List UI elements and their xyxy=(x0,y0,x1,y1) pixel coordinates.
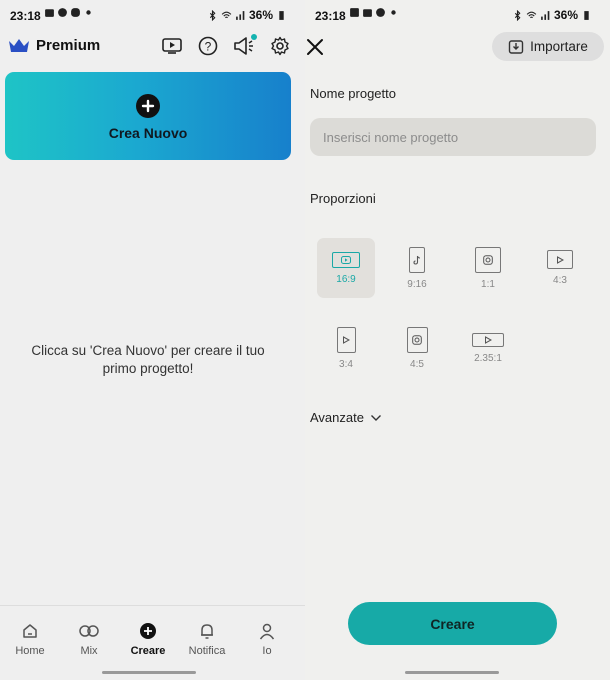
nav-create[interactable]: Creare xyxy=(118,620,178,657)
nav-label: Io xyxy=(262,645,272,657)
battery-text: 36% xyxy=(553,8,578,22)
signal-icon xyxy=(236,10,245,20)
nav-home[interactable]: Home xyxy=(0,620,60,657)
ratio-label: 3:4 xyxy=(339,358,353,370)
aspect-ratio-label: Proporzioni xyxy=(310,191,376,206)
project-name-label: Nome progetto xyxy=(310,86,396,101)
instagram-icon xyxy=(406,326,428,353)
status-time: 23:18 xyxy=(315,9,346,23)
battery-icon xyxy=(279,10,284,20)
nav-label: Notifica xyxy=(188,645,226,657)
youtube-icon xyxy=(547,250,573,269)
nav-profile[interactable]: Io xyxy=(237,620,297,657)
dot-icon xyxy=(86,10,91,15)
bluetooth-icon xyxy=(514,9,521,21)
wifi-icon xyxy=(526,11,537,18)
nav-label: Home xyxy=(15,645,45,657)
status-right: 36% xyxy=(207,8,287,22)
notification-icon xyxy=(71,8,80,17)
bottom-nav: Home Mix Creare Notifica Io xyxy=(0,605,305,680)
wifi-icon xyxy=(221,11,232,18)
empty-state-message: Clicca su 'Crea Nuovo' per creare il tuo… xyxy=(31,343,265,376)
gesture-bar xyxy=(102,671,196,674)
tiktok-icon xyxy=(409,246,425,273)
tutorial-button[interactable] xyxy=(161,35,183,57)
close-icon xyxy=(307,39,323,55)
instagram-icon xyxy=(475,246,501,273)
status-bar: 23:18 36% xyxy=(305,0,610,30)
svg-text:?: ? xyxy=(205,40,212,54)
ratio-3-4[interactable]: 3:4 xyxy=(317,318,375,378)
dot-icon xyxy=(391,10,396,15)
bell-icon xyxy=(201,624,213,639)
nav-label: Creare xyxy=(130,645,166,657)
notification-icon xyxy=(376,8,385,17)
status-right: 36% xyxy=(512,8,592,22)
notification-icon xyxy=(363,9,372,17)
ratio-label: 9:16 xyxy=(407,278,427,290)
create-new-label: Crea Nuovo xyxy=(108,125,188,141)
ratio-label: 4:3 xyxy=(553,275,567,286)
notification-icon xyxy=(45,9,54,17)
gesture-bar xyxy=(405,671,499,674)
ratio-label: 4:5 xyxy=(410,358,424,370)
tv-play-icon xyxy=(162,38,182,54)
premium-badge[interactable]: Premium xyxy=(8,37,100,54)
create-icon xyxy=(140,623,156,639)
ratio-1-1[interactable]: 1:1 xyxy=(459,238,517,298)
announcements-button[interactable] xyxy=(233,34,257,57)
ratio-9-16[interactable]: 9:16 xyxy=(388,238,446,298)
mix-icon xyxy=(79,625,99,637)
settings-button[interactable] xyxy=(269,35,291,57)
nav-label: Mix xyxy=(80,645,98,657)
crown-icon xyxy=(9,38,29,52)
import-label: Importare xyxy=(530,39,588,54)
notification-icon xyxy=(350,8,359,17)
import-icon xyxy=(508,39,524,54)
chevron-down-icon xyxy=(370,414,381,421)
battery-text: 36% xyxy=(248,8,273,22)
bluetooth-icon xyxy=(209,9,216,21)
close-button[interactable] xyxy=(305,35,325,62)
ratio-2-35-1[interactable]: 2.35:1 xyxy=(459,318,517,378)
help-icon: ? xyxy=(198,36,218,56)
import-button[interactable]: Importare xyxy=(492,32,604,61)
notification-dot xyxy=(251,34,257,40)
notification-icons xyxy=(44,7,94,18)
home-icon xyxy=(23,624,37,638)
notification-icon xyxy=(58,8,67,17)
user-icon xyxy=(259,623,275,640)
signal-icon xyxy=(541,10,550,20)
ratio-label: 2.35:1 xyxy=(474,352,502,364)
advanced-label: Avanzate xyxy=(310,410,364,425)
youtube-icon xyxy=(472,332,504,347)
create-button[interactable]: Creare xyxy=(348,602,557,645)
youtube-icon xyxy=(332,251,360,268)
notification-icons xyxy=(349,7,399,18)
status-bar: 23:18 36% xyxy=(0,0,305,30)
left-screen: 23:18 36% Premium ? Crea Nuovo Clicca su… xyxy=(0,0,305,680)
ratio-label: 1:1 xyxy=(481,278,495,290)
top-actions: ? xyxy=(161,34,291,57)
right-screen: 23:18 36% Importare Nome progetto Propor… xyxy=(305,0,610,680)
top-bar: Premium ? xyxy=(0,33,305,61)
youtube-icon xyxy=(336,326,356,353)
ratio-label: 16:9 xyxy=(336,273,356,285)
battery-icon xyxy=(584,10,589,20)
help-button[interactable]: ? xyxy=(197,35,219,57)
ratio-4-5[interactable]: 4:5 xyxy=(388,318,446,378)
project-name-input[interactable] xyxy=(310,118,596,156)
status-time: 23:18 xyxy=(10,9,41,23)
nav-mix[interactable]: Mix xyxy=(59,620,119,657)
gear-icon xyxy=(271,36,289,56)
ratio-16-9[interactable]: 16:9 xyxy=(317,238,375,298)
advanced-toggle[interactable]: Avanzate xyxy=(310,410,382,425)
ratio-4-3[interactable]: 4:3 xyxy=(531,238,589,298)
plus-icon xyxy=(136,94,160,118)
nav-notifications[interactable]: Notifica xyxy=(177,620,237,657)
premium-label: Premium xyxy=(36,37,101,54)
create-new-card[interactable]: Crea Nuovo xyxy=(5,72,291,160)
